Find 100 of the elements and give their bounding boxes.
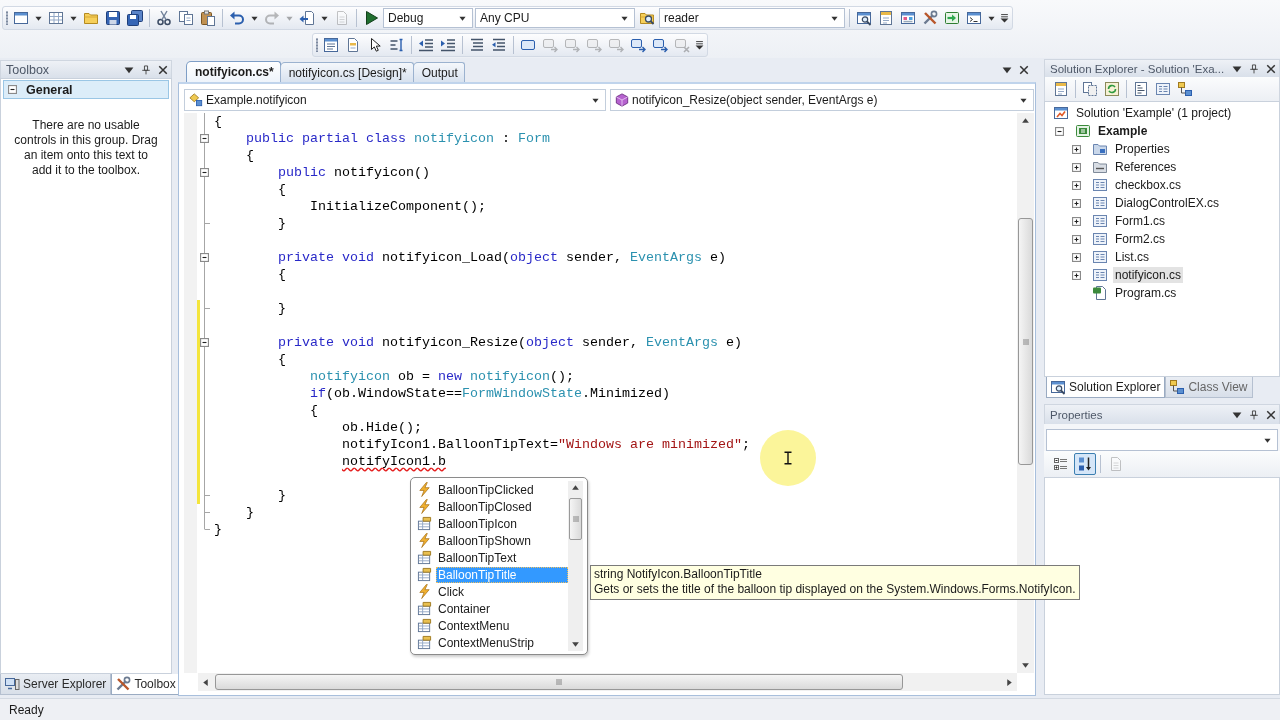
lines-icon[interactable] bbox=[469, 37, 485, 53]
expand-icon[interactable] bbox=[1072, 162, 1081, 172]
tree-item[interactable]: DialogControlEX.cs bbox=[1113, 195, 1222, 211]
completion-item[interactable]: BalloonTipShown bbox=[436, 532, 568, 549]
completion-item[interactable]: BalloonTipIcon bbox=[436, 515, 568, 532]
completion-item[interactable]: ContextMenu bbox=[436, 617, 568, 634]
grip-icon[interactable] bbox=[5, 11, 9, 25]
tree-item[interactable]: Example bbox=[1096, 123, 1150, 139]
arrow-up-icon[interactable] bbox=[1021, 116, 1030, 125]
collapse-icon[interactable] bbox=[200, 168, 209, 177]
group-header[interactable]: General bbox=[3, 80, 169, 99]
scrollbar-thumb[interactable] bbox=[569, 498, 582, 540]
diagram-icon[interactable] bbox=[1177, 81, 1193, 97]
folder-search-icon[interactable] bbox=[639, 10, 655, 26]
card-icon[interactable] bbox=[1053, 81, 1069, 97]
tab[interactable]: Toolbox bbox=[111, 674, 181, 695]
bookmark-arrow-icon[interactable] bbox=[630, 37, 646, 53]
completion-item[interactable]: Click bbox=[436, 583, 568, 600]
code-page-icon[interactable] bbox=[1133, 81, 1149, 97]
completion-item[interactable]: BalloonTipClosed bbox=[436, 498, 568, 515]
close-icon[interactable] bbox=[1019, 65, 1029, 75]
close-icon[interactable] bbox=[1266, 63, 1276, 74]
clipboard-icon[interactable] bbox=[200, 10, 216, 26]
indent-icon[interactable] bbox=[440, 37, 456, 53]
expand-icon[interactable] bbox=[1072, 198, 1081, 208]
dropdown[interactable]: Debug bbox=[383, 8, 473, 28]
window-search-icon[interactable] bbox=[856, 10, 872, 26]
tree-item[interactable]: Program.cs bbox=[1113, 285, 1179, 301]
window-icon[interactable] bbox=[13, 10, 29, 26]
folder-icon[interactable] bbox=[83, 10, 99, 26]
pin-icon[interactable] bbox=[141, 64, 151, 75]
sort-icon[interactable] bbox=[1074, 453, 1096, 475]
completion-item[interactable]: BalloonTipClicked bbox=[436, 481, 568, 498]
collapse-icon[interactable] bbox=[200, 338, 209, 347]
dropdown[interactable]: notifyicon_Resize(object sender, EventArgs e) bbox=[610, 89, 1034, 111]
dropdown[interactable]: Any CPU bbox=[475, 8, 635, 28]
arrow-down-icon[interactable] bbox=[571, 640, 580, 649]
bookmark-arrow-icon[interactable] bbox=[652, 37, 668, 53]
completion-item[interactable]: Container bbox=[436, 600, 568, 617]
close-icon[interactable] bbox=[1266, 409, 1276, 420]
arrow-box-icon[interactable] bbox=[944, 10, 960, 26]
page-list-icon[interactable] bbox=[345, 37, 361, 53]
list-window-icon[interactable] bbox=[323, 37, 339, 53]
tools-icon[interactable] bbox=[922, 10, 938, 26]
horizontal-scrollbar[interactable] bbox=[198, 673, 1017, 691]
page-arrow-icon[interactable] bbox=[299, 10, 315, 26]
tree-item[interactable]: Form2.cs bbox=[1113, 231, 1167, 247]
window-grid-icon[interactable] bbox=[900, 10, 916, 26]
tab[interactable]: Output bbox=[412, 62, 465, 82]
tree-item[interactable]: Form1.cs bbox=[1113, 213, 1167, 229]
completion-item[interactable]: ContextMenuStrip bbox=[436, 634, 568, 651]
tab[interactable]: Server Explorer bbox=[0, 674, 112, 695]
arrow-up-icon[interactable] bbox=[571, 483, 580, 492]
form-icon[interactable] bbox=[1155, 81, 1171, 97]
expand-icon[interactable] bbox=[1072, 270, 1081, 280]
expand-icon[interactable] bbox=[1072, 144, 1081, 154]
caret-icon[interactable] bbox=[251, 14, 258, 22]
scrollbar-thumb[interactable] bbox=[1018, 218, 1033, 465]
copy-icon[interactable] bbox=[178, 10, 194, 26]
dropdown[interactable]: reader bbox=[659, 8, 845, 28]
scrollbar-thumb[interactable] bbox=[215, 674, 903, 690]
collapse-icon[interactable] bbox=[1055, 126, 1064, 136]
grid-icon[interactable] bbox=[48, 10, 64, 26]
floppy-disks-icon[interactable] bbox=[127, 10, 143, 26]
collapse-icon[interactable] bbox=[200, 253, 209, 262]
expand-icon[interactable] bbox=[1072, 180, 1081, 190]
tab[interactable]: notifyicon.cs* bbox=[186, 61, 281, 82]
expand-icon[interactable] bbox=[1072, 216, 1081, 226]
tree-item[interactable]: Solution 'Example' (1 project) bbox=[1074, 105, 1234, 121]
refresh-icon[interactable] bbox=[1104, 81, 1120, 97]
tab[interactable]: notifyicon.cs [Design]* bbox=[279, 62, 414, 82]
tab[interactable]: Solution Explorer bbox=[1046, 377, 1166, 398]
tree-item[interactable]: List.cs bbox=[1113, 249, 1151, 265]
close-icon[interactable] bbox=[158, 64, 168, 75]
tab[interactable]: Class View bbox=[1165, 377, 1253, 398]
arrow-down-icon[interactable] bbox=[1021, 661, 1030, 670]
overflow-icon[interactable] bbox=[1000, 13, 1009, 23]
console-icon[interactable] bbox=[966, 10, 982, 26]
arrow-right-icon[interactable] bbox=[1005, 677, 1014, 687]
undo-icon[interactable] bbox=[229, 10, 245, 26]
tree-item[interactable]: notifyicon.cs bbox=[1113, 267, 1184, 283]
pages-icon[interactable] bbox=[1082, 81, 1098, 97]
scissors-icon[interactable] bbox=[156, 10, 172, 26]
expand-icon[interactable] bbox=[1072, 234, 1081, 244]
caret-icon[interactable] bbox=[35, 14, 42, 22]
bookmark-icon[interactable] bbox=[520, 37, 536, 53]
vertical-scrollbar[interactable] bbox=[568, 481, 583, 651]
lines-arrow-icon[interactable] bbox=[491, 37, 507, 53]
arrow-left-icon[interactable] bbox=[201, 677, 210, 687]
tree-item[interactable]: checkbox.cs bbox=[1113, 177, 1184, 193]
card-icon[interactable] bbox=[878, 10, 894, 26]
tree-item[interactable]: Properties bbox=[1113, 141, 1172, 157]
caret-icon[interactable] bbox=[321, 14, 328, 22]
completion-item[interactable]: BalloonTipText bbox=[436, 549, 568, 566]
caret-icon[interactable] bbox=[1002, 65, 1012, 75]
grip-icon[interactable] bbox=[315, 38, 319, 52]
caret-icon[interactable] bbox=[988, 14, 995, 22]
lines-cursor-icon[interactable] bbox=[389, 37, 405, 53]
outdent-icon[interactable] bbox=[418, 37, 434, 53]
dropdown[interactable]: Example.notifyicon bbox=[184, 89, 606, 111]
